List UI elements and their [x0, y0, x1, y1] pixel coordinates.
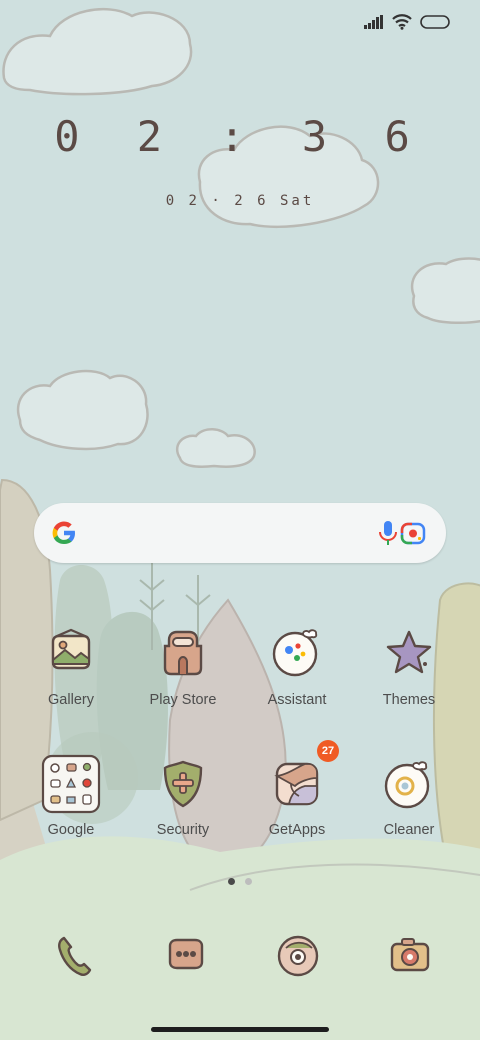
clock-time[interactable]: 0 2 : 3 6: [0, 112, 480, 161]
battery-icon: [420, 15, 450, 29]
app-gallery[interactable]: Gallery: [16, 626, 126, 708]
app-label: GetApps: [268, 822, 326, 838]
play-store-icon: [163, 630, 203, 676]
gallery-icon: [51, 628, 91, 670]
app-assistant[interactable]: Assistant: [242, 626, 352, 708]
home-gesture-bar[interactable]: [151, 1027, 329, 1032]
google-g-icon: [52, 521, 75, 544]
phone-icon[interactable]: [50, 932, 98, 980]
app-themes[interactable]: Themes: [354, 626, 464, 708]
assistant-icon: [272, 629, 318, 677]
app-label: Play Store: [149, 692, 217, 708]
status-bar: [364, 14, 450, 30]
app-security[interactable]: Security: [128, 756, 238, 838]
app-google-folder[interactable]: Google: [16, 754, 126, 838]
messages-icon[interactable]: [162, 932, 210, 980]
app-label: Google: [47, 822, 95, 838]
page-indicator[interactable]: [0, 878, 480, 885]
page-dot-1[interactable]: [228, 878, 235, 885]
notification-badge: 27: [317, 740, 339, 762]
app-label: Cleaner: [383, 822, 435, 838]
themes-icon: [386, 630, 432, 674]
wifi-icon: [392, 14, 412, 30]
app-label: Security: [156, 822, 210, 838]
app-getapps[interactable]: 27 GetApps: [242, 740, 352, 838]
app-label: Themes: [382, 692, 436, 708]
security-icon: [163, 760, 203, 808]
app-cleaner[interactable]: Cleaner: [354, 756, 464, 838]
camera-icon[interactable]: [386, 932, 434, 980]
signal-icon: [364, 15, 383, 29]
google-search-bar[interactable]: [34, 503, 446, 563]
page-dot-2[interactable]: [245, 878, 252, 885]
cleaner-icon: [384, 761, 430, 809]
app-play-store[interactable]: Play Store: [128, 626, 238, 708]
app-label: Gallery: [48, 692, 94, 708]
clock-date: 0 2 · 2 6 Sat: [165, 193, 315, 209]
mic-icon[interactable]: [376, 519, 400, 547]
browser-icon[interactable]: [274, 932, 322, 980]
lens-icon[interactable]: [400, 521, 426, 545]
google-folder-icon: [41, 754, 101, 814]
getapps-icon: [274, 762, 319, 806]
app-label: Assistant: [267, 692, 327, 708]
